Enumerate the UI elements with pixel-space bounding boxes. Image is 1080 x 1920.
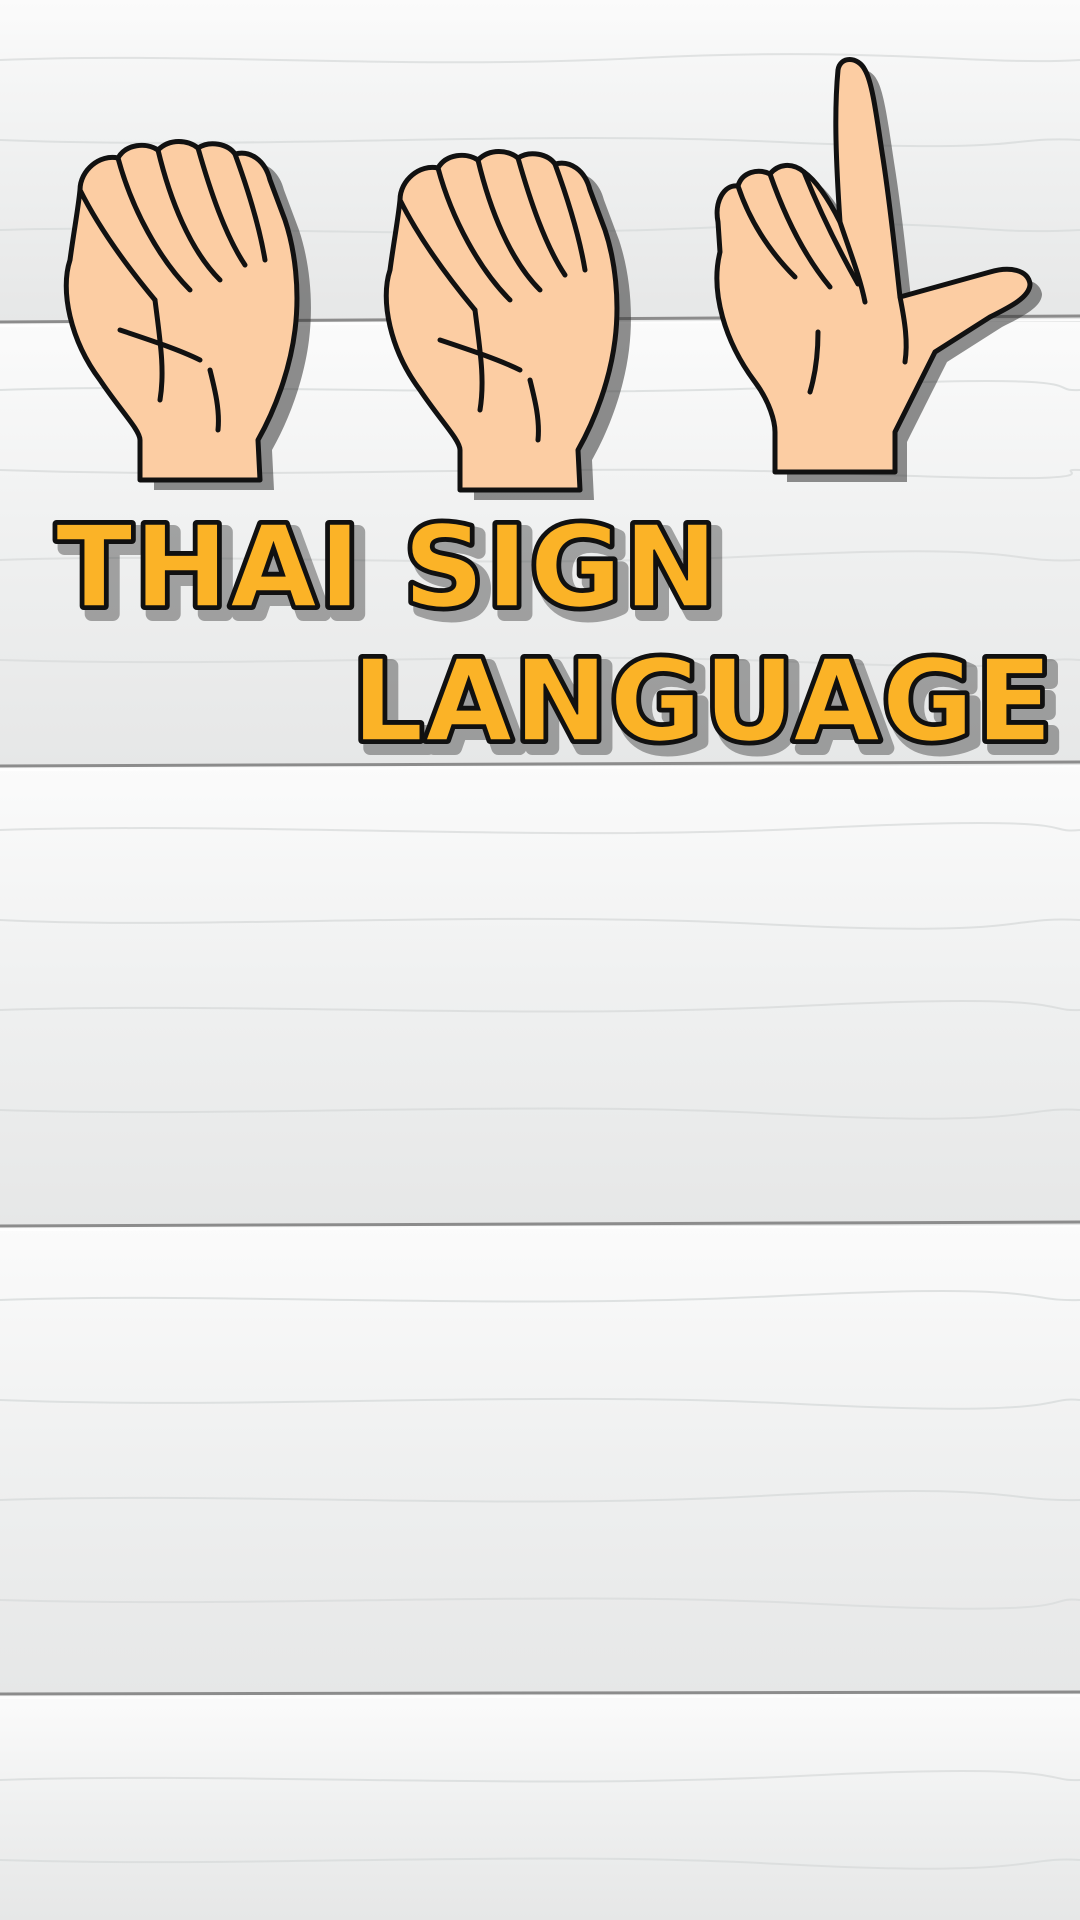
title-line-2: LANGUAGE LANGUAGE LANGUAGE bbox=[348, 633, 1067, 780]
splash-screen: THAI SIGN THAI SIGN THAI SIGN LANGUAGE L… bbox=[0, 0, 1080, 1920]
app-title: THAI SIGN THAI SIGN THAI SIGN LANGUAGE L… bbox=[52, 499, 1067, 780]
svg-text:THAI SIGN: THAI SIGN bbox=[56, 503, 719, 633]
svg-text:LANGUAGE: LANGUAGE bbox=[352, 637, 1054, 767]
title-line-1: THAI SIGN THAI SIGN THAI SIGN bbox=[52, 499, 732, 648]
